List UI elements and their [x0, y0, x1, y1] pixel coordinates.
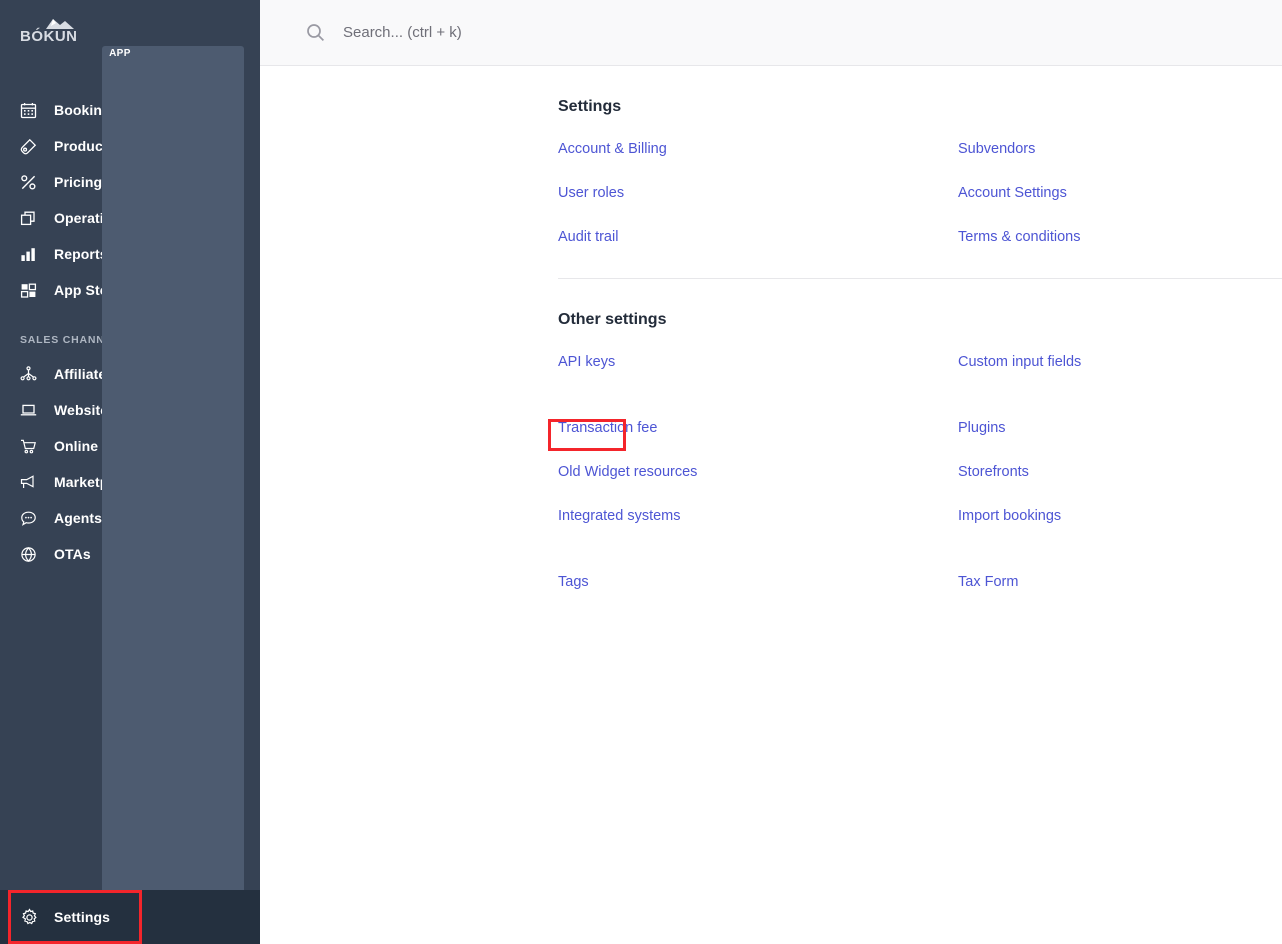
- other-settings-link-grid: API keys Custom input fields Booking lab…: [260, 329, 1282, 593]
- sidebar-item-agents[interactable]: Agents APP: [0, 46, 260, 944]
- sidebar-item-label: OTAs: [54, 546, 91, 562]
- link-user-roles[interactable]: User roles: [558, 182, 624, 204]
- settings-section: Settings Account & Billing Subvendors Us…: [260, 66, 1282, 248]
- app-root: BÓKUN Bookings Products Pricing Operatio…: [0, 0, 1282, 944]
- top-search-bar: [260, 0, 1282, 66]
- sidebar-item-label: Pricing: [54, 174, 103, 190]
- other-settings-section: Other settings API keys Custom input fie…: [260, 279, 1282, 593]
- link-api-keys[interactable]: API keys: [558, 351, 615, 395]
- link-audit-trail[interactable]: Audit trail: [558, 226, 618, 248]
- sidebar-item-otas[interactable]: OTAs: [0, 536, 260, 572]
- network-icon: [20, 365, 46, 383]
- link-account-settings[interactable]: Account Settings: [958, 182, 1067, 204]
- link-subvendors[interactable]: Subvendors: [958, 138, 1035, 160]
- settings-content: Settings Account & Billing Subvendors Us…: [260, 66, 1282, 944]
- tag-icon: [20, 138, 46, 155]
- other-settings-title: Other settings: [558, 311, 667, 328]
- main-area: Settings Account & Billing Subvendors Us…: [260, 0, 1282, 944]
- page-title: Settings: [558, 98, 622, 115]
- link-custom-input-fields[interactable]: Custom input fields: [958, 351, 1081, 395]
- sidebar: BÓKUN Bookings Products Pricing Operatio…: [0, 0, 260, 944]
- percent-icon: [20, 174, 46, 191]
- link-integrated-systems[interactable]: Integrated systems: [558, 505, 681, 549]
- layers-icon: [20, 210, 46, 227]
- sidebar-nav-sales-channels: Affiliate Hub BETA Websites: [0, 46, 260, 944]
- sidebar-item-label: Agents: [54, 510, 103, 526]
- sidebar-item-settings[interactable]: Settings: [0, 890, 260, 944]
- link-terms-conditions[interactable]: Terms & conditions: [958, 226, 1081, 248]
- link-storefronts[interactable]: Storefronts: [958, 461, 1029, 483]
- search-icon: [306, 23, 325, 42]
- cart-icon: [20, 438, 46, 455]
- link-tags[interactable]: Tags: [558, 571, 589, 593]
- sidebar-item-label: Settings: [54, 909, 111, 925]
- app-badge: APP: [102, 46, 244, 944]
- link-import-bookings[interactable]: Import bookings: [958, 505, 1061, 549]
- link-account-billing[interactable]: Account & Billing: [558, 138, 667, 160]
- settings-link-grid: Account & Billing Subvendors Users User …: [260, 116, 1282, 248]
- laptop-icon: [20, 402, 46, 419]
- bar-chart-icon: [20, 246, 46, 263]
- sidebar-item-label: Reports: [54, 246, 108, 262]
- bokun-logo: BÓKUN: [20, 13, 82, 53]
- link-plugins[interactable]: Plugins: [958, 417, 1006, 439]
- chat-icon: [20, 510, 46, 527]
- grid-icon: [20, 282, 46, 299]
- search-input[interactable]: [343, 24, 763, 41]
- gear-icon: [20, 907, 46, 927]
- link-old-widget-resources[interactable]: Old Widget resources: [558, 461, 697, 483]
- calendar-icon: [20, 102, 46, 119]
- link-tax-form[interactable]: Tax Form: [958, 571, 1018, 593]
- globe-icon: [20, 546, 46, 563]
- logo-wordmark: BÓKUN: [20, 28, 78, 45]
- link-transaction-fee[interactable]: Transaction fee: [558, 417, 657, 439]
- megaphone-icon: [20, 474, 46, 491]
